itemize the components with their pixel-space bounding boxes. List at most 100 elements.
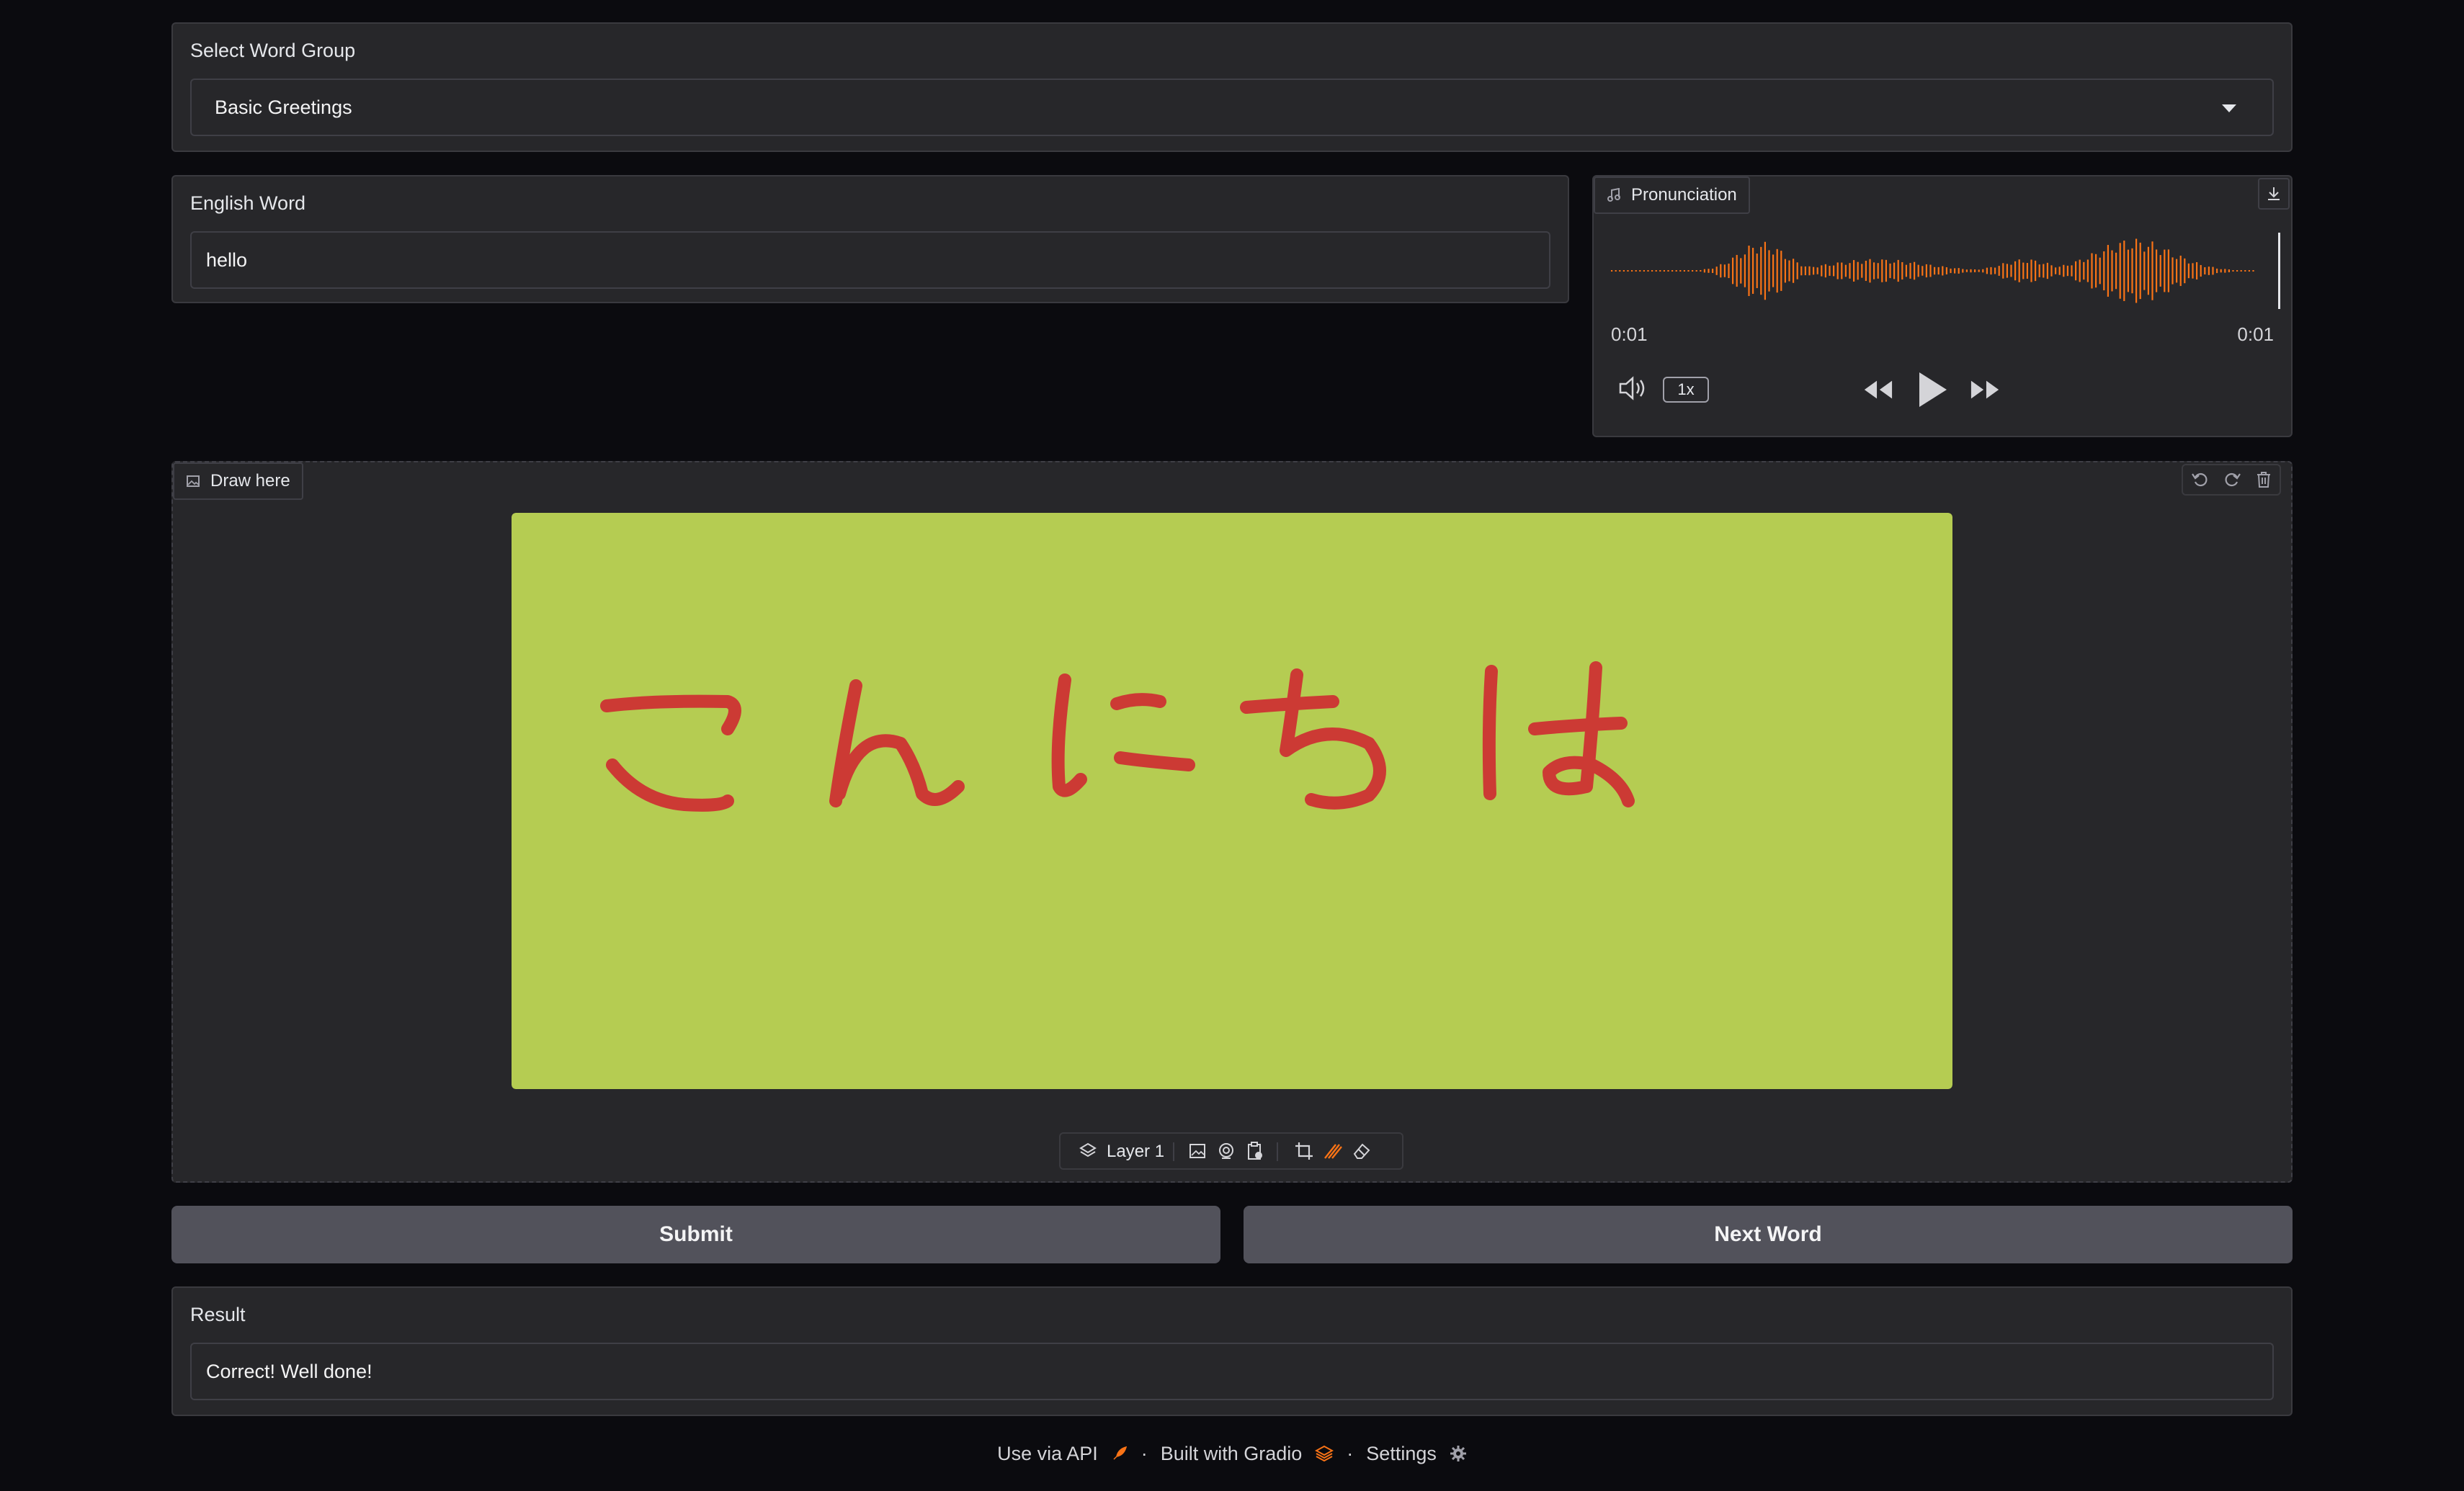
sketch-label: Draw here <box>210 471 290 491</box>
eraser-icon[interactable] <box>1346 1135 1378 1167</box>
waveform-bar <box>2192 263 2194 279</box>
layer-label[interactable]: Layer 1 <box>1107 1142 1164 1162</box>
play-icon[interactable] <box>1915 370 1951 410</box>
music-note-icon <box>1607 188 1621 202</box>
waveform-bar <box>1764 241 1766 300</box>
waveform-bar <box>1982 269 1984 273</box>
waveform-bar <box>2176 259 2178 283</box>
waveform-bar <box>2143 251 2146 290</box>
fast-forward-icon[interactable] <box>1970 374 2001 406</box>
playback-speed-button[interactable]: 1x <box>1663 377 1709 403</box>
waveform-bar <box>2187 263 2190 279</box>
waveform-bar <box>1780 251 1782 291</box>
rewind-icon[interactable] <box>1862 374 1893 406</box>
waveform-bar <box>1893 262 1896 279</box>
waveform-bar <box>1793 259 1795 283</box>
waveform-bar <box>1671 270 1674 272</box>
audio-panel: Pronunciation 0:01 0:01 1x <box>1592 175 2293 437</box>
volume-icon[interactable] <box>1617 372 1648 404</box>
english-word-field[interactable]: hello <box>190 231 1550 289</box>
waveform-bar <box>2139 242 2141 300</box>
waveform-bar <box>1877 263 1879 279</box>
upload-image-icon[interactable] <box>1182 1135 1213 1167</box>
undo-icon[interactable] <box>2184 464 2216 496</box>
waveform-bar <box>1950 268 1952 274</box>
waveform-bar <box>1881 259 1883 282</box>
submit-button[interactable]: Submit <box>171 1206 1220 1263</box>
brush-icon[interactable] <box>1317 1135 1349 1167</box>
next-word-button[interactable]: Next Word <box>1244 1206 2293 1263</box>
waveform-bar <box>2055 267 2057 274</box>
waveform-bar <box>1853 260 1855 282</box>
webcam-icon[interactable] <box>1210 1135 1242 1167</box>
waveform-bar <box>1740 258 1742 284</box>
waveform-bar <box>2035 260 2037 282</box>
waveform-bar <box>2018 259 2020 282</box>
waveform-bar <box>2050 265 2053 277</box>
waveform-bar <box>2123 241 2125 301</box>
waveform-bar <box>2038 264 2040 277</box>
footer: Use via API · Built with Gradio · Settin… <box>0 1439 2464 1468</box>
waveform-bar <box>1937 267 1939 275</box>
waveform-bar <box>1929 264 1932 277</box>
waveform-bar <box>1836 262 1839 279</box>
waveform-bar <box>1744 254 1746 287</box>
waveform-bar <box>1934 267 1936 275</box>
waveform-bar <box>1732 257 1734 285</box>
waveform-bar <box>1796 262 1798 279</box>
waveform-bar <box>1914 261 1916 280</box>
chevron-down-icon <box>2222 104 2236 113</box>
waveform-bar <box>2159 255 2161 287</box>
waveform-bar <box>2156 249 2158 292</box>
waveform-bar <box>2224 269 2226 273</box>
waveform[interactable] <box>1605 231 2282 310</box>
word-group-panel: Select Word Group Basic Greetings <box>171 22 2293 152</box>
waveform-bar <box>1889 263 1891 279</box>
waveform-bar <box>1965 269 1968 272</box>
result-field: Correct! Well done! <box>190 1343 2274 1400</box>
trash-icon[interactable] <box>2248 464 2280 496</box>
waveform-bar <box>1921 266 1924 276</box>
waveform-bar <box>2232 270 2234 272</box>
waveform-bar <box>1925 264 1927 278</box>
waveform-bar <box>2014 261 2017 281</box>
waveform-bar <box>1978 269 1980 272</box>
waveform-bar <box>2147 246 2149 295</box>
audio-label-chip: Pronunciation <box>1594 176 1750 214</box>
waveform-bar <box>1768 250 1770 292</box>
waveform-bar <box>1813 267 1815 275</box>
redo-icon[interactable] <box>2216 464 2248 496</box>
waveform-bar <box>1816 267 1818 274</box>
waveform-bar <box>2103 251 2105 291</box>
waveform-bar <box>1667 270 1669 272</box>
gradio-link[interactable]: Built with Gradio <box>1161 1443 1303 1465</box>
playhead[interactable] <box>2278 233 2280 309</box>
waveform-bar <box>1748 246 1750 296</box>
sketch-panel: Draw here Layer 1 <box>171 461 2293 1183</box>
waveform-bar <box>1784 259 1786 283</box>
waveform-bar <box>1692 270 1694 272</box>
waveform-bar <box>1942 266 1944 276</box>
waveform-bar <box>1611 270 1613 272</box>
drawing-canvas[interactable] <box>512 513 1952 1089</box>
download-icon[interactable] <box>2258 178 2290 210</box>
waveform-bar <box>1917 264 1919 277</box>
layers-icon[interactable] <box>1072 1135 1104 1167</box>
waveform-bar <box>1808 266 1811 276</box>
audio-label: Pronunciation <box>1631 185 1737 205</box>
waveform-bar <box>2200 264 2202 277</box>
clipboard-icon[interactable] <box>1239 1135 1271 1167</box>
waveform-bar <box>1615 270 1617 272</box>
waveform-bar <box>1857 261 1859 280</box>
waveform-bar <box>2010 264 2012 277</box>
waveform-bar <box>1849 263 1851 279</box>
word-group-selected: Basic Greetings <box>215 96 352 118</box>
canvas-tools: Layer 1 <box>1059 1132 1403 1170</box>
waveform-bar <box>2086 259 2089 282</box>
api-link[interactable]: Use via API <box>997 1443 1098 1465</box>
crop-icon[interactable] <box>1288 1135 1320 1167</box>
gradio-logo-icon <box>1315 1445 1334 1462</box>
word-group-dropdown[interactable]: Basic Greetings <box>190 79 2274 136</box>
waveform-bar <box>1994 267 1996 274</box>
settings-link[interactable]: Settings <box>1366 1443 1437 1465</box>
